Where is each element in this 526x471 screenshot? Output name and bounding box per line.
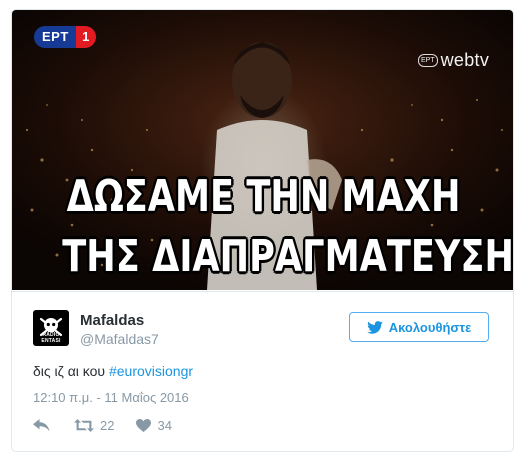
avatar-label: RADIO ENTASI [41, 332, 61, 344]
heart-icon [136, 419, 152, 432]
retweet-count: 22 [100, 418, 115, 433]
tweet-text: δις ιζ αι κου #eurovisiongr [33, 363, 193, 379]
retweet-button[interactable]: 22 [74, 418, 114, 433]
avatar[interactable]: RADIO ENTASI [33, 310, 69, 346]
like-button[interactable]: 34 [136, 418, 172, 433]
meme-caption-line-1: ΔΩΣΑΜΕ ΤΗΝ ΜΑΧΗ [66, 171, 461, 222]
tweet-body: RADIO ENTASI Mafaldas @Mafaldas7 Ακολουθ… [12, 291, 513, 451]
twitter-bird-icon [366, 320, 383, 334]
tweet-timestamp[interactable]: 12:10 π.μ. - 11 Μαΐος 2016 [33, 390, 189, 405]
reply-button[interactable] [33, 419, 50, 432]
retweet-icon [74, 419, 94, 432]
like-count: 34 [157, 418, 172, 433]
hashtag-link[interactable]: #eurovisiongr [109, 363, 193, 379]
author-handle[interactable]: @Mafaldas7 [80, 331, 159, 347]
ert1-logo: ΕΡΤ 1 [34, 26, 96, 48]
tweet-actions: 22 34 [33, 418, 172, 433]
tweet-media-image[interactable]: ΕΡΤ 1 ΕΡΤ webtv ΔΩΣΑΜΕ ΤΗΝ ΜΑΧΗ ΤΗΣ ΔΙΑΠ… [12, 10, 514, 290]
tweet-card: ΕΡΤ 1 ΕΡΤ webtv ΔΩΣΑΜΕ ΤΗΝ ΜΑΧΗ ΤΗΣ ΔΙΑΠ… [11, 9, 514, 452]
webtv-label: webtv [440, 50, 490, 70]
meme-caption-line-2: ΤΗΣ ΔΙΑΠΡΑΓΜΑΤΕΥΣΗΣ [62, 231, 514, 282]
tweet-text-body: δις ιζ αι κου [33, 363, 109, 379]
ert-logo-number: 1 [75, 26, 96, 48]
follow-button-label: Ακολουθήστε [388, 319, 472, 335]
reply-icon [33, 419, 50, 432]
ert-webtv-logo: ΕΡΤ webtv [418, 50, 489, 71]
ert-logo-text: ΕΡΤ [34, 26, 76, 48]
webtv-small-label: ΕΡΤ [418, 54, 438, 67]
author-display-name[interactable]: Mafaldas [80, 312, 144, 329]
follow-button[interactable]: Ακολουθήστε [349, 312, 489, 342]
